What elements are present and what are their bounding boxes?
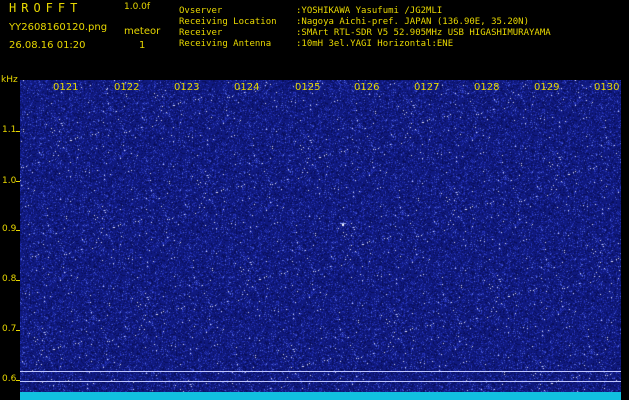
info-row: Receiving Antenna :10mH 3el.YAGI Horizont…	[179, 39, 551, 50]
date-time: 26.08.16 01:20	[9, 40, 86, 51]
station-info: Ovserver :YOSHIKAWA Yasufumi /JG2MLI Rece…	[179, 6, 551, 50]
meteor-label: meteor	[124, 26, 161, 37]
x-tick-label: 0126	[354, 82, 380, 93]
meteor-count: 1	[139, 40, 146, 51]
header-panel: HROFFT 1.0.0f YY2608160120.png 26.08.16 …	[0, 0, 629, 80]
y-tick-label: 0.9	[2, 224, 17, 234]
y-tick-label: 0.6	[2, 374, 17, 384]
file-name: YY2608160120.png	[9, 22, 108, 33]
y-tick-label: 0.7	[2, 324, 17, 334]
info-row: Ovserver :YOSHIKAWA Yasufumi /JG2MLI	[179, 6, 551, 17]
info-value: :10mH 3el.YAGI Horizontal:ENE	[296, 39, 454, 49]
y-axis-unit: kHz	[1, 75, 18, 85]
x-tick-label: 0125	[295, 82, 321, 93]
info-label: Ovserver	[179, 6, 223, 16]
info-label: Receiving Location	[179, 17, 277, 27]
right-margin	[621, 80, 629, 400]
x-tick-label: 0130	[594, 82, 620, 93]
x-tick-label: 0122	[114, 82, 140, 93]
info-value: :Nagoya Aichi-pref. JAPAN (136.90E, 35.2…	[296, 17, 529, 27]
x-tick-label: 0123	[174, 82, 200, 93]
x-tick-label: 0128	[474, 82, 500, 93]
info-label: Receiving Antenna	[179, 39, 272, 49]
info-value: :SMArt RTL-SDR V5 52.905MHz USB HIGASHIM…	[296, 28, 551, 38]
x-tick-label: 0124	[234, 82, 260, 93]
app-logo: HROFFT	[9, 1, 83, 15]
info-row: Receiving Location :Nagoya Aichi-pref. JA…	[179, 17, 551, 28]
y-tick-label: 0.8	[2, 274, 17, 284]
spectrogram-plot	[20, 80, 621, 395]
spectrogram-noise	[20, 80, 621, 395]
info-label: Receiver	[179, 28, 223, 38]
x-tick-label: 0127	[414, 82, 440, 93]
info-row: Receiver :SMArt RTL-SDR V5 52.905MHz USB …	[179, 28, 551, 39]
reference-line	[20, 371, 621, 372]
x-tick-label: 0129	[534, 82, 560, 93]
reference-line	[20, 381, 621, 382]
info-value: :YOSHIKAWA Yasufumi /JG2MLI	[296, 6, 443, 16]
app-version: 1.0.0f	[124, 2, 151, 12]
noise-floor-band	[20, 392, 621, 400]
y-tick-label: 1.0	[2, 176, 17, 186]
x-tick-label: 0121	[53, 82, 79, 93]
y-tick-label: 1.1	[2, 125, 17, 135]
